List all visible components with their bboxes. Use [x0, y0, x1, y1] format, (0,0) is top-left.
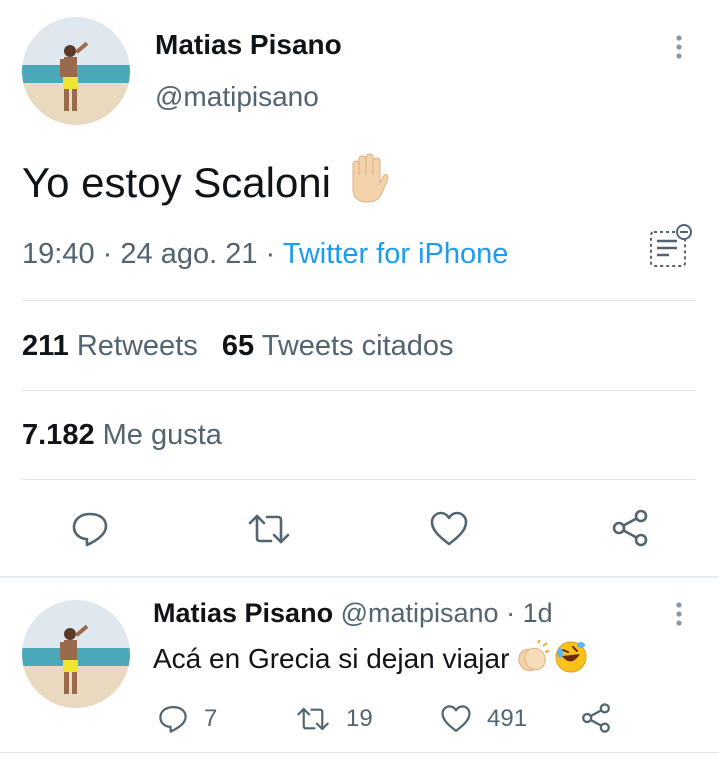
tweet-body: Yo estoy Scaloni [22, 153, 389, 209]
reply-author-name[interactable]: Matias Pisano [153, 598, 333, 628]
reply-age: 1d [522, 598, 553, 628]
retweet-icon[interactable] [296, 704, 330, 734]
divider [22, 479, 696, 480]
author-handle[interactable]: @matipisano [155, 81, 319, 113]
tweet-text: Yo estoy Scaloni [22, 159, 331, 206]
retweets-count: 211 [22, 330, 69, 362]
meta-separator: · [265, 238, 276, 270]
author-name[interactable]: Matias Pisano [155, 29, 342, 61]
reply-icon[interactable] [71, 510, 109, 548]
reply-text: Acá en Grecia si dejan viajar [153, 643, 510, 674]
retweet-icon[interactable] [247, 510, 291, 548]
reply-icon[interactable] [158, 704, 188, 734]
tweet-meta: 19:40 · 24 ago. 21 · Twitter for iPhone [22, 238, 508, 271]
quotes-count: 65 [221, 330, 255, 362]
tweet-source-link[interactable]: Twitter for iPhone [283, 238, 509, 270]
heart-icon[interactable] [429, 510, 469, 548]
divider [0, 576, 719, 578]
share-icon[interactable] [580, 702, 612, 734]
divider [0, 752, 719, 753]
heart-icon[interactable] [440, 704, 472, 734]
reply-separator: · [506, 598, 516, 628]
more-vertical-icon[interactable] [667, 33, 691, 63]
divider [22, 390, 696, 391]
like-stats[interactable]: 7.182 Me gusta [22, 419, 222, 452]
raised-hand-emoji [343, 153, 389, 208]
share-icon[interactable] [610, 508, 650, 548]
clapping-hands-emoji [514, 639, 550, 679]
reply-author-handle[interactable]: @matipisano [341, 598, 499, 628]
text-options-icon[interactable] [647, 222, 695, 270]
retweet-count: 19 [346, 705, 373, 732]
retweets-label: Retweets [76, 330, 198, 362]
more-vertical-icon[interactable] [667, 600, 691, 630]
retweet-stats[interactable]: 211 Retweets 65 Tweets citados [22, 330, 454, 363]
avatar[interactable] [22, 17, 130, 125]
reply-count: 7 [204, 705, 218, 732]
reply-header: Matias Pisano @matipisano · 1d [153, 598, 553, 629]
reply-body: Acá en Grecia si dejan viajar [153, 639, 588, 679]
divider [22, 300, 696, 301]
tweet-time: 19:40 [22, 238, 95, 270]
reply-avatar[interactable] [22, 600, 130, 708]
quotes-label: Tweets citados [261, 330, 454, 362]
likes-label: Me gusta [102, 419, 222, 451]
tweet-date: 24 ago. 21 [120, 238, 258, 270]
likes-count: 7.182 [22, 419, 95, 451]
like-count: 491 [487, 705, 528, 732]
meta-separator: · [102, 238, 113, 270]
rolling-laughing-emoji [554, 640, 588, 679]
